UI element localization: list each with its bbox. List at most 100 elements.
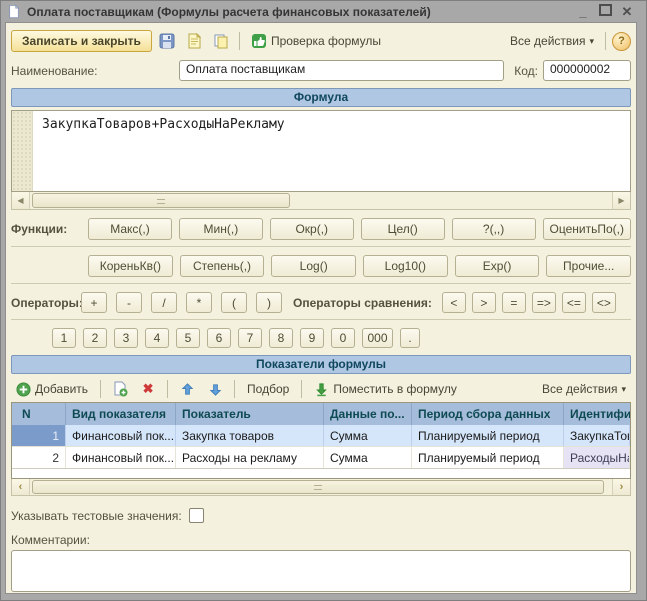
digit-8-button[interactable]: 8	[269, 328, 293, 348]
editor-horizontal-scrollbar[interactable]: ◀ ▶	[11, 192, 631, 210]
table-horizontal-scrollbar[interactable]: ‹ ›	[11, 479, 631, 496]
function-max-button[interactable]: Макс(,)	[88, 218, 172, 240]
minimize-button[interactable]: _	[575, 4, 591, 19]
save-button[interactable]	[155, 30, 179, 52]
copy-pages-icon	[213, 33, 229, 49]
table-row[interactable]: 1 Финансовый пок... Закупка товаров Сумм…	[12, 425, 630, 446]
copy-row-button[interactable]	[108, 378, 132, 400]
compare-less-equal-button[interactable]: <=	[562, 292, 586, 313]
function-pow-button[interactable]: Степень(,)	[180, 255, 265, 277]
help-button[interactable]: ?	[612, 32, 631, 51]
column-header-indicator[interactable]: Показатель	[176, 403, 324, 425]
editor-gutter	[12, 111, 33, 191]
function-sqrt-button[interactable]: КореньКв()	[88, 255, 173, 277]
function-int-button[interactable]: Цел()	[361, 218, 445, 240]
thumbs-up-icon	[251, 33, 267, 49]
check-formula-button[interactable]: Проверка формулы	[246, 31, 386, 51]
digit-dot-button[interactable]: .	[400, 328, 420, 348]
operator-divide-button[interactable]: /	[151, 292, 177, 313]
titlebar: Оплата поставщикам (Формулы расчета фина…	[5, 1, 637, 22]
digit-1-button[interactable]: 1	[52, 328, 76, 348]
digit-5-button[interactable]: 5	[176, 328, 200, 348]
digit-0-button[interactable]: 0	[331, 328, 355, 348]
page-add-icon	[112, 381, 128, 397]
toolbar-separator	[239, 32, 240, 50]
digit-000-button[interactable]: 000	[362, 328, 393, 348]
column-header-identifier[interactable]: Идентификатор	[564, 403, 630, 425]
add-row-label: Добавить	[35, 382, 88, 396]
function-other-button[interactable]: Прочие...	[546, 255, 631, 277]
name-input[interactable]: Оплата поставщикам	[179, 60, 504, 81]
operator-minus-button[interactable]: -	[116, 292, 142, 313]
operator-plus-button[interactable]: +	[81, 292, 107, 313]
column-header-period[interactable]: Период сбора данных	[412, 403, 564, 425]
table-header-row: N Вид показателя Показатель Данные по...…	[12, 403, 630, 425]
cell-indicator: Расходы на рекламу	[176, 447, 324, 468]
copy-button[interactable]	[209, 30, 233, 52]
digit-4-button[interactable]: 4	[145, 328, 169, 348]
move-up-button[interactable]	[175, 378, 199, 400]
digits-row: 1 2 3 4 5 6 7 8 9 0 000 .	[52, 328, 631, 348]
function-min-button[interactable]: Мин(,)	[179, 218, 263, 240]
maximize-button[interactable]	[597, 4, 613, 19]
digit-2-button[interactable]: 2	[83, 328, 107, 348]
function-log10-button[interactable]: Log10()	[363, 255, 448, 277]
scroll-left-icon[interactable]: ◀	[12, 192, 30, 209]
scroll-right-icon[interactable]: ›	[612, 479, 630, 495]
digit-7-button[interactable]: 7	[238, 328, 262, 348]
formula-editor[interactable]: ЗакупкаТоваров+РасходыНаРекламу	[11, 110, 631, 192]
scroll-right-icon[interactable]: ▶	[612, 192, 630, 209]
toolbar-separator	[234, 380, 235, 398]
function-log-button[interactable]: Log()	[271, 255, 356, 277]
column-header-kind[interactable]: Вид показателя	[66, 403, 176, 425]
digit-6-button[interactable]: 6	[207, 328, 231, 348]
comments-input[interactable]	[11, 550, 631, 592]
function-ternary-button[interactable]: ?(,,)	[452, 218, 536, 240]
function-evaluate-button[interactable]: ОценитьПо(,)	[543, 218, 631, 240]
digit-3-button[interactable]: 3	[114, 328, 138, 348]
app-window: Оплата поставщикам (Формулы расчета фина…	[0, 0, 647, 601]
indicators-toolbar: Добавить ✖ Подбор Поместить в формулу	[11, 376, 631, 402]
compare-equal-button[interactable]: =	[502, 292, 526, 313]
save-and-close-button[interactable]: Записать и закрыть	[11, 30, 152, 52]
column-header-data[interactable]: Данные по...	[324, 403, 412, 425]
close-button[interactable]: ✕	[619, 4, 635, 20]
add-row-button[interactable]: Добавить	[11, 380, 93, 399]
chevron-down-icon: ▾	[589, 36, 594, 47]
move-down-button[interactable]	[203, 378, 227, 400]
editor-scroll-thumb[interactable]	[32, 193, 290, 208]
column-header-n[interactable]: N	[12, 403, 66, 425]
digit-9-button[interactable]: 9	[300, 328, 324, 348]
test-values-label: Указывать тестовые значения:	[11, 509, 182, 523]
operator-multiply-button[interactable]: *	[186, 292, 212, 313]
scroll-left-icon[interactable]: ‹	[12, 479, 30, 495]
compare-greater-button[interactable]: >	[472, 292, 496, 313]
cell-identifier: РасходыНаРекламу	[564, 447, 630, 468]
compare-greater-equal-button[interactable]: =>	[532, 292, 556, 313]
function-exp-button[interactable]: Exp()	[455, 255, 540, 277]
operator-close-paren-button[interactable]: )	[256, 292, 282, 313]
compare-not-equal-button[interactable]: <>	[592, 292, 616, 313]
pick-button[interactable]: Подбор	[242, 380, 294, 398]
delete-row-button[interactable]: ✖	[136, 378, 160, 400]
compare-less-button[interactable]: <	[442, 292, 466, 313]
function-round-button[interactable]: Окр(,)	[270, 218, 354, 240]
table-row[interactable]: 2 Финансовый пок... Расходы на рекламу С…	[12, 446, 630, 469]
editor-scroll-track[interactable]	[30, 192, 612, 209]
table-scroll-thumb[interactable]	[32, 480, 604, 494]
operator-open-paren-button[interactable]: (	[221, 292, 247, 313]
chevron-down-icon: ▾	[621, 384, 626, 395]
code-input[interactable]: 000000002	[543, 60, 631, 81]
cell-kind: Финансовый пок...	[66, 447, 176, 468]
indicators-table: N Вид показателя Показатель Данные по...…	[11, 402, 631, 479]
all-actions-button[interactable]: Все действия ▾	[505, 32, 599, 50]
document-icon	[7, 4, 21, 19]
form-body: Записать и закрыть Проверка формулы Все …	[5, 22, 637, 594]
reread-button[interactable]	[182, 30, 206, 52]
table-all-actions-button[interactable]: Все действия ▾	[537, 380, 631, 398]
cell-data: Сумма	[324, 425, 412, 446]
test-values-checkbox[interactable]	[189, 508, 204, 523]
window-title: Оплата поставщикам (Формулы расчета фина…	[27, 5, 569, 19]
table-scroll-track[interactable]	[30, 479, 612, 495]
place-in-formula-button[interactable]: Поместить в формулу	[309, 380, 462, 399]
